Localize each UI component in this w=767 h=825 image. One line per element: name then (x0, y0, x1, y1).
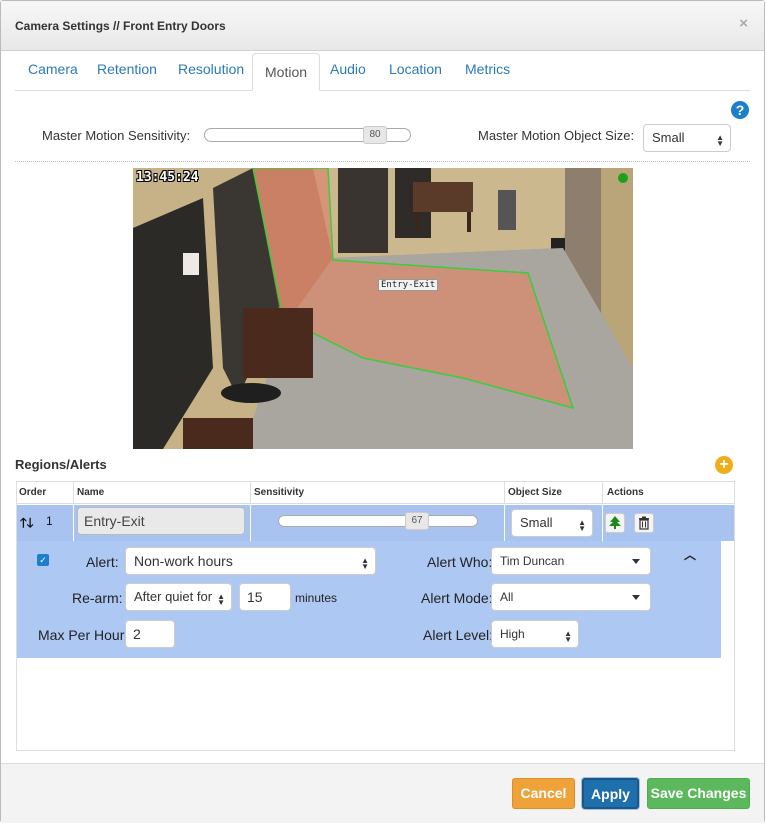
delete-region-button[interactable] (634, 513, 654, 533)
add-region-icon[interactable]: + (715, 456, 733, 474)
alert-mode-label: Alert Mode: (421, 590, 493, 606)
rearm-value: After quiet for (134, 589, 213, 604)
rearm-minutes-input[interactable]: 15 (239, 583, 291, 611)
alert-who-dropdown[interactable]: Tim Duncan (491, 547, 651, 575)
max-per-hour-label: Max Per Hour: (38, 627, 129, 643)
close-icon[interactable]: × (739, 15, 748, 32)
alert-enabled-checkbox[interactable]: ✓ (37, 554, 49, 566)
tab-audio[interactable]: Audio (330, 61, 366, 77)
alert-mode-dropdown[interactable]: All (491, 583, 651, 611)
column-divider (504, 505, 505, 541)
master-object-size-label: Master Motion Object Size: (478, 128, 635, 143)
row-order: 1 (46, 514, 53, 528)
rearm-select[interactable]: After quiet for ▲ ▼ (125, 583, 232, 611)
region-alert-details: ✓ ︿ Alert: Non-work hours ▲ ▼ Re-arm: Af… (17, 541, 721, 658)
master-sensitivity-label: Master Motion Sensitivity: (42, 128, 191, 143)
column-divider (602, 482, 603, 504)
master-object-size-value: Small (652, 130, 685, 145)
camera-image (133, 168, 633, 449)
settings-tabs: Camera Retention Resolution Motion Audio… (15, 53, 750, 91)
dialog-title: Camera Settings // Front Entry Doors (15, 19, 226, 33)
alert-who-label: Alert Who: (427, 554, 493, 570)
col-order: Order (19, 487, 47, 498)
tab-retention[interactable]: Retention (97, 61, 157, 77)
apply-button[interactable]: Apply (582, 778, 639, 809)
select-down-arrow-icon: ▼ (217, 598, 225, 607)
select-down-arrow-icon: ▼ (564, 635, 572, 644)
region-name-input[interactable]: Entry-Exit (77, 507, 245, 535)
master-sensitivity-slider[interactable]: 80 (204, 126, 411, 144)
regions-table-header: Order Name Sensitivity Object Size Actio… (17, 482, 734, 504)
region-sensitivity-slider[interactable]: 67 (278, 512, 478, 530)
regions-alerts-title: Regions/Alerts (15, 457, 107, 472)
tab-location[interactable]: Location (389, 61, 442, 77)
camera-status-indicator (618, 173, 628, 183)
tab-camera[interactable]: Camera (28, 61, 78, 77)
col-actions: Actions (607, 487, 644, 498)
alert-value: Non-work hours (134, 553, 233, 569)
col-object-size: Object Size (508, 487, 562, 498)
max-per-hour-input[interactable]: 2 (125, 620, 175, 648)
dialog-titlebar: Camera Settings // Front Entry Doors × (1, 1, 764, 51)
dialog-footer: Cancel Apply Save Changes (1, 763, 764, 823)
camera-timestamp: 13:45:24 (136, 170, 199, 185)
select-down-arrow-icon: ▼ (716, 139, 724, 148)
camera-feed[interactable]: 13:45:24 Entry-Exit (133, 168, 633, 449)
master-sensitivity-handle[interactable]: 80 (363, 126, 387, 144)
cancel-button[interactable]: Cancel (512, 778, 575, 809)
dropdown-caret-icon (632, 595, 640, 600)
col-name: Name (77, 487, 105, 498)
help-icon[interactable]: ? (731, 101, 749, 119)
save-changes-button[interactable]: Save Changes (647, 778, 750, 809)
alert-level-value: High (500, 627, 525, 641)
tab-motion[interactable]: Motion (252, 53, 321, 91)
reorder-arrows-icon[interactable]: 🡑🡓 (20, 514, 34, 536)
region-sensitivity-handle[interactable]: 67 (405, 512, 429, 530)
column-divider (250, 505, 251, 541)
regions-table: Order Name Sensitivity Object Size Actio… (16, 481, 735, 751)
column-divider (73, 482, 74, 504)
table-row[interactable]: 🡑🡓 1 Entry-Exit 67 Small ▲ ▼ (17, 505, 734, 541)
select-down-arrow-icon: ▼ (578, 524, 586, 533)
region-object-size-value: Small (520, 515, 553, 530)
col-sensitivity: Sensitivity (254, 487, 305, 498)
tab-metrics[interactable]: Metrics (465, 61, 510, 77)
alert-label: Alert: (86, 554, 119, 570)
column-divider (602, 505, 603, 541)
alert-mode-value: All (500, 590, 514, 604)
master-object-size-select[interactable]: Small ▲ ▼ (643, 124, 731, 152)
column-divider (73, 505, 74, 541)
camera-settings-dialog: Camera Settings // Front Entry Doors × C… (0, 0, 765, 823)
region-object-size-select[interactable]: Small ▲ ▼ (511, 509, 593, 537)
region-overlay-label: Entry-Exit (378, 279, 439, 291)
tab-resolution[interactable]: Resolution (178, 61, 244, 77)
alert-level-label: Alert Level: (423, 627, 494, 643)
column-divider (504, 482, 505, 504)
tree-icon (609, 516, 621, 529)
dropdown-caret-icon (632, 559, 640, 564)
alert-who-value: Tim Duncan (500, 554, 565, 568)
column-divider (250, 482, 251, 504)
divider (15, 161, 750, 162)
alert-level-select[interactable]: High ▲ ▼ (491, 620, 579, 648)
trash-icon (639, 516, 649, 530)
alert-tree-button[interactable] (605, 513, 625, 533)
minutes-label: minutes (295, 591, 338, 605)
alert-select[interactable]: Non-work hours ▲ ▼ (125, 547, 376, 575)
select-down-arrow-icon: ▼ (361, 562, 369, 571)
collapse-chevron-up-icon[interactable]: ︿ (684, 546, 696, 563)
rearm-label: Re-arm: (72, 590, 123, 606)
